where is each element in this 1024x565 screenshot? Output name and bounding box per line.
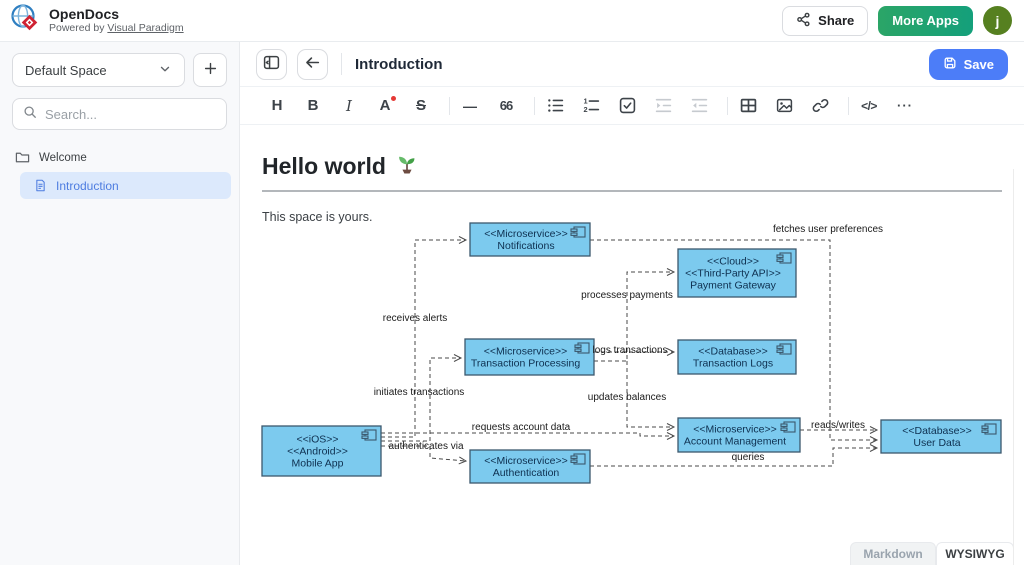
opendocs-app: OpenDocs Powered by Visual Paradigm Shar…	[0, 0, 1024, 565]
app-name: OpenDocs	[49, 7, 184, 22]
heading-icon: H	[272, 97, 283, 114]
page-icon	[34, 179, 47, 192]
more-apps-button[interactable]: More Apps	[878, 6, 973, 36]
sidebar-item-label: Welcome	[39, 152, 87, 164]
opendocs-logo-icon	[10, 3, 40, 38]
link-icon	[812, 97, 829, 114]
body-text: This space is yours.	[262, 210, 1002, 224]
indent-button	[653, 95, 673, 117]
sidebar-item-welcome[interactable]: Welcome	[0, 145, 239, 170]
table-icon	[740, 97, 757, 114]
italic-icon: I	[346, 97, 352, 115]
save-label: Save	[964, 57, 994, 72]
visual-paradigm-link[interactable]: Visual Paradigm	[107, 22, 183, 34]
divider	[341, 53, 342, 75]
search-icon	[23, 105, 37, 124]
svg-text:2: 2	[583, 105, 587, 114]
share-icon	[796, 12, 811, 30]
image-button[interactable]	[774, 95, 794, 117]
toolbar-divider	[449, 97, 450, 115]
markdown-mode-button[interactable]: Markdown	[850, 542, 936, 565]
plus-icon	[203, 61, 218, 79]
editor-toolbar: H B I A S — 66 12 </> ···	[240, 87, 1024, 125]
search-input[interactable]	[12, 98, 227, 130]
toolbar-divider	[534, 97, 535, 115]
heading-button[interactable]: H	[267, 95, 287, 117]
avatar[interactable]: j	[983, 6, 1012, 35]
bullet-list-icon	[547, 97, 564, 114]
top-header: OpenDocs Powered by Visual Paradigm Shar…	[0, 0, 1024, 42]
editor-pane: Introduction Save H B I A S — 66 12 </> ··· Hello…	[240, 42, 1024, 565]
font-color-button[interactable]: A	[375, 95, 395, 117]
title-divider	[262, 190, 1002, 192]
save-icon	[943, 56, 957, 73]
document-heading-text: Hello world	[262, 153, 386, 180]
strikethrough-button[interactable]: S	[411, 95, 431, 117]
horizontal-rule-icon: —	[463, 98, 477, 114]
chevron-down-icon	[158, 62, 172, 79]
doc-header: Introduction Save	[240, 42, 1024, 87]
header-actions: Share More Apps j	[782, 6, 1012, 36]
powered-by-text: Powered by	[49, 22, 104, 34]
back-button[interactable]	[297, 49, 328, 80]
toolbar-divider	[848, 97, 849, 115]
share-label: Share	[818, 13, 854, 28]
link-button[interactable]	[810, 95, 830, 117]
font-color-icon: A	[380, 97, 391, 114]
seedling-emoji	[395, 151, 419, 181]
more-button[interactable]: ···	[895, 95, 915, 117]
table-button[interactable]	[738, 95, 758, 117]
share-button[interactable]: Share	[782, 6, 868, 36]
blockquote-button[interactable]: 66	[496, 95, 516, 117]
ordered-list-icon: 12	[583, 97, 600, 114]
brand: OpenDocs Powered by Visual Paradigm	[10, 3, 184, 38]
blockquote-icon: 66	[500, 98, 512, 113]
bold-button[interactable]: B	[303, 95, 323, 117]
indent-icon	[655, 97, 672, 114]
ordered-list-button[interactable]: 12	[581, 95, 601, 117]
image-icon	[776, 97, 793, 114]
folder-icon	[15, 150, 30, 165]
scrollbar-track[interactable]	[1013, 169, 1014, 565]
sidebar-item-label: Introduction	[56, 179, 119, 193]
strikethrough-icon: S	[416, 97, 426, 114]
toolbar-divider	[727, 97, 728, 115]
panel-toggle-icon	[263, 54, 280, 74]
wysiwyg-mode-button[interactable]: WYSIWYG	[936, 542, 1014, 565]
sidebar-item-introduction[interactable]: Introduction	[20, 172, 231, 199]
bullet-list-button[interactable]	[545, 95, 565, 117]
more-icon: ···	[897, 98, 913, 113]
toggle-sidebar-button[interactable]	[256, 49, 287, 80]
task-list-icon	[619, 97, 636, 114]
save-button[interactable]: Save	[929, 49, 1008, 80]
document-heading: Hello world	[262, 151, 1002, 181]
page-tree: Welcome Introduction	[0, 145, 239, 199]
document-canvas[interactable]: Hello world This space is yours.	[240, 125, 1024, 224]
bold-icon: B	[308, 97, 319, 114]
italic-button[interactable]: I	[339, 95, 359, 117]
search-field[interactable]	[45, 107, 216, 122]
add-page-button[interactable]	[193, 53, 227, 87]
outdent-button	[689, 95, 709, 117]
space-selector-value: Default Space	[25, 63, 107, 78]
space-selector[interactable]: Default Space	[12, 53, 185, 87]
powered-by: Powered by Visual Paradigm	[49, 22, 184, 35]
code-block-icon: </>	[861, 99, 877, 113]
task-list-button[interactable]	[617, 95, 637, 117]
outdent-icon	[691, 97, 708, 114]
code-block-button[interactable]: </>	[859, 95, 879, 117]
back-arrow-icon	[304, 54, 321, 74]
horizontal-rule-button[interactable]: —	[460, 95, 480, 117]
page-title: Introduction	[355, 56, 919, 73]
sidebar: Default Space Welcome Introduction	[0, 42, 240, 565]
mode-toggle: Markdown WYSIWYG	[850, 542, 1014, 565]
